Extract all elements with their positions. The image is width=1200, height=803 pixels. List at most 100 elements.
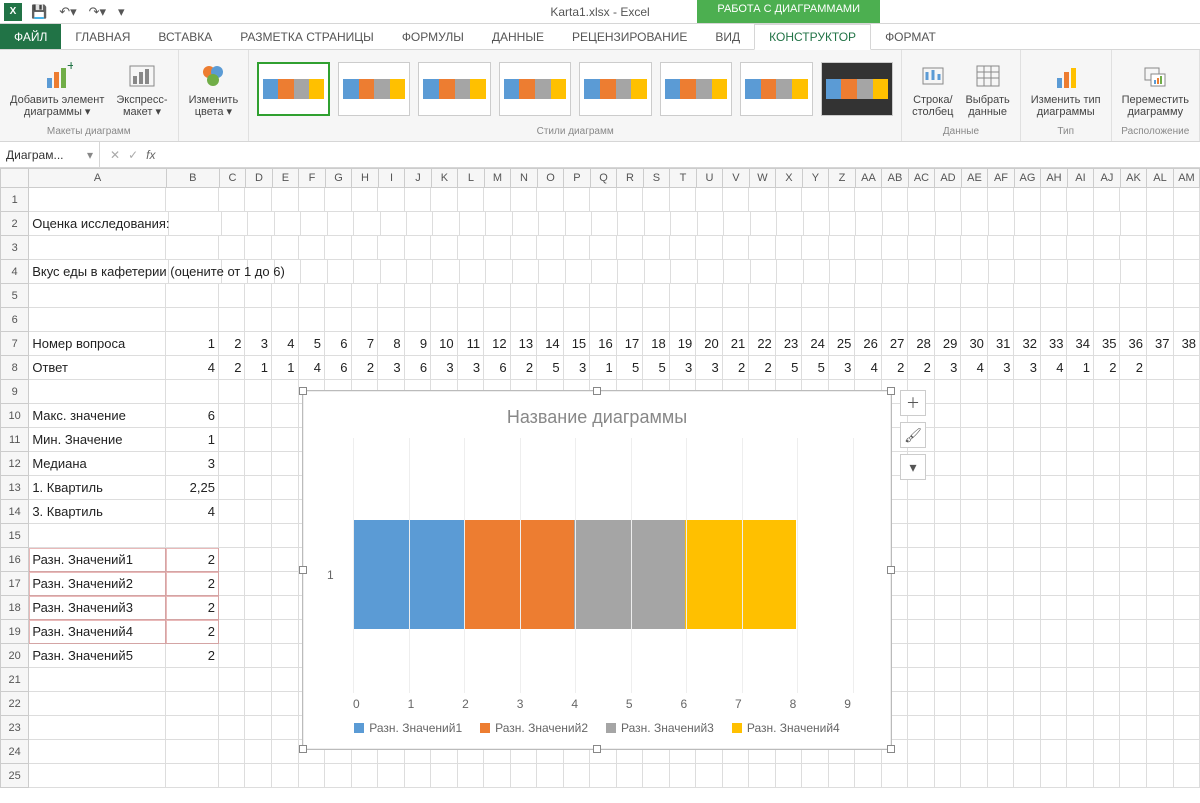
cell[interactable] [1147,692,1174,716]
cell[interactable] [1067,692,1094,716]
column-header[interactable]: U [697,168,724,188]
column-header[interactable]: P [564,168,591,188]
cell[interactable] [272,404,299,428]
cell[interactable] [219,644,246,668]
cell[interactable] [219,188,246,212]
cell[interactable] [776,764,803,788]
cell[interactable] [935,644,962,668]
column-header[interactable]: AJ [1094,168,1121,188]
cell[interactable] [777,260,803,284]
cell[interactable] [1147,596,1174,620]
cell[interactable] [830,212,856,236]
cell[interactable]: 1 [166,428,219,452]
cell[interactable] [935,500,962,524]
cell[interactable] [1014,236,1041,260]
cell[interactable] [1174,428,1200,452]
tab-формат[interactable]: ФОРМАТ [871,24,950,49]
column-header[interactable]: N [511,168,538,188]
resize-handle[interactable] [887,566,895,574]
cell[interactable] [1174,356,1200,380]
tab-вставка[interactable]: ВСТАВКА [144,24,226,49]
cell[interactable] [643,284,670,308]
cell[interactable] [935,476,962,500]
cell[interactable]: Вкус еды в кафетерии (оцените от 1 до 6) [29,260,169,284]
cell[interactable]: 23 [776,332,803,356]
resize-handle[interactable] [299,566,307,574]
cell[interactable] [1147,452,1174,476]
cell[interactable] [749,284,776,308]
cell[interactable] [378,284,405,308]
cell[interactable] [802,236,829,260]
cell[interactable] [935,428,962,452]
cell[interactable]: 3 [245,332,272,356]
cell[interactable]: Разн. Значений3 [29,596,166,620]
cell[interactable] [245,308,272,332]
cell[interactable] [1041,404,1068,428]
cell[interactable] [1174,188,1200,212]
cell[interactable] [1067,428,1094,452]
cell[interactable] [1067,596,1094,620]
column-header[interactable]: A [29,168,166,188]
cell[interactable] [325,236,352,260]
cell[interactable] [670,284,697,308]
row-header[interactable]: 17 [0,572,29,596]
cell[interactable] [537,764,564,788]
cell[interactable] [618,260,644,284]
cell[interactable] [272,692,299,716]
cell[interactable] [935,452,962,476]
cell[interactable] [1094,692,1121,716]
cell[interactable] [272,740,299,764]
cell[interactable] [1094,236,1121,260]
cell[interactable] [988,572,1015,596]
cell[interactable] [776,308,803,332]
cell[interactable] [592,260,618,284]
cell[interactable] [935,188,962,212]
cell[interactable] [696,764,723,788]
cell[interactable] [1174,476,1200,500]
cell[interactable] [1041,692,1068,716]
cell[interactable] [219,572,246,596]
cell[interactable] [272,236,299,260]
cell[interactable] [1041,668,1068,692]
cell[interactable] [1094,740,1121,764]
cell[interactable] [1120,644,1147,668]
cell[interactable]: 3 [431,356,458,380]
cell[interactable] [511,188,538,212]
cell[interactable] [776,188,803,212]
cell[interactable] [1094,548,1121,572]
cell[interactable] [1014,620,1041,644]
cell[interactable] [908,620,935,644]
cell[interactable] [1174,572,1200,596]
cell[interactable] [645,212,671,236]
cell[interactable] [935,524,962,548]
cell[interactable] [829,188,856,212]
cell[interactable] [935,740,962,764]
cell[interactable]: 3 [166,452,219,476]
cell[interactable] [1174,500,1200,524]
cell[interactable] [643,236,670,260]
cell[interactable]: 19 [670,332,697,356]
cell[interactable] [458,308,485,332]
cell[interactable] [564,308,591,332]
cell[interactable]: 38 [1174,332,1200,356]
cell[interactable] [617,188,644,212]
chart-style-7[interactable] [740,62,812,116]
cell[interactable] [245,644,272,668]
cell[interactable] [935,764,962,788]
cell[interactable] [1147,500,1174,524]
cell[interactable] [219,476,246,500]
cell[interactable] [407,260,433,284]
cell[interactable] [29,188,166,212]
cell[interactable] [219,596,246,620]
cell[interactable] [1147,356,1174,380]
legend-item[interactable]: Разн. Значений4 [732,721,840,735]
legend-item[interactable]: Разн. Значений2 [480,721,588,735]
cell[interactable] [1094,668,1121,692]
cell[interactable] [1147,380,1174,404]
column-header[interactable]: B [167,168,220,188]
cell[interactable] [272,764,299,788]
cell[interactable] [962,212,988,236]
cell[interactable] [1094,764,1121,788]
column-header[interactable]: O [538,168,565,188]
cell[interactable] [166,308,219,332]
